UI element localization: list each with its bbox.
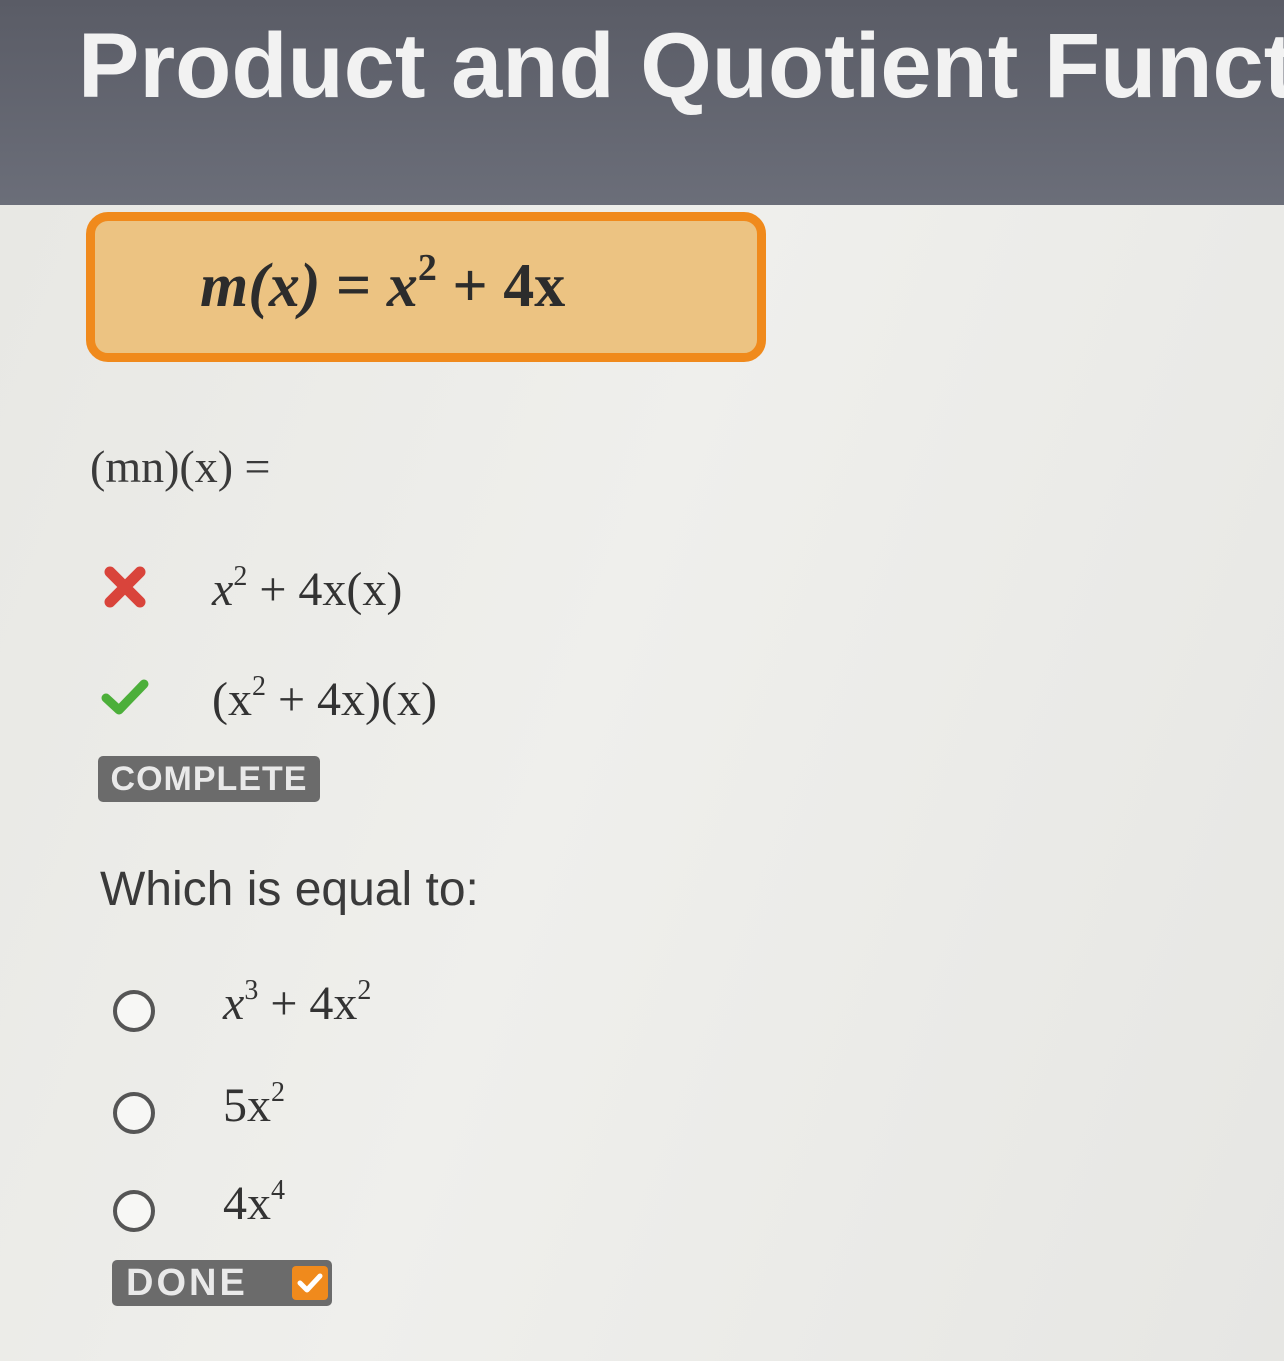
answer-incorrect: x2 + 4x(x) bbox=[100, 562, 600, 632]
option-2-text[interactable]: 5x2 bbox=[223, 1078, 285, 1133]
answer-incorrect-base: x bbox=[212, 563, 234, 616]
option-3-text[interactable]: 4x4 bbox=[223, 1176, 285, 1231]
option-3-a: 4x bbox=[223, 1177, 271, 1230]
answer-correct-prefix: (x bbox=[212, 673, 252, 726]
radio-button[interactable] bbox=[113, 1190, 155, 1232]
check-icon bbox=[297, 1273, 323, 1293]
radio-button[interactable] bbox=[113, 1092, 155, 1134]
option-3[interactable]: 4x4 bbox=[113, 1177, 613, 1250]
function-lhs: m(x) bbox=[200, 252, 321, 320]
x-mark-icon bbox=[104, 566, 146, 608]
function-equals: = bbox=[320, 252, 387, 320]
option-1-b: + 4x bbox=[258, 977, 358, 1030]
function-rest: + 4x bbox=[436, 252, 566, 320]
done-check-box bbox=[292, 1266, 328, 1300]
option-1-a-exponent: 3 bbox=[244, 975, 259, 1006]
function-exponent: 2 bbox=[417, 247, 437, 289]
option-1-text[interactable]: x3 + 4x2 bbox=[223, 976, 371, 1031]
option-3-a-exponent: 4 bbox=[271, 1175, 285, 1206]
complete-badge: COMPLETE bbox=[98, 756, 320, 802]
answer-incorrect-text: x2 + 4x(x) bbox=[212, 562, 402, 617]
answer-correct-exponent: 2 bbox=[251, 671, 266, 702]
done-button[interactable]: DONE bbox=[112, 1260, 332, 1306]
option-1-b-exponent: 2 bbox=[357, 975, 372, 1006]
page-title: Product and Quotient Functi bbox=[78, 15, 1284, 117]
option-1[interactable]: x3 + 4x2 bbox=[113, 977, 613, 1050]
function-definition-box: m(x) = x2 + 4x bbox=[86, 212, 766, 362]
product-prompt: (mn)(x) = bbox=[90, 441, 271, 492]
option-2-a-exponent: 2 bbox=[271, 1077, 285, 1108]
answer-incorrect-rest: + 4x(x) bbox=[247, 563, 403, 616]
answer-incorrect-exponent: 2 bbox=[233, 561, 248, 592]
done-label: DONE bbox=[126, 1262, 248, 1304]
option-1-a: x bbox=[223, 977, 245, 1030]
option-2[interactable]: 5x2 bbox=[113, 1079, 613, 1152]
function-base: x bbox=[386, 252, 418, 320]
answer-correct: (x2 + 4x)(x) bbox=[100, 672, 600, 742]
question-text: Which is equal to: bbox=[100, 863, 479, 916]
radio-button[interactable] bbox=[113, 990, 155, 1032]
header-bar: Product and Quotient Functi bbox=[0, 0, 1284, 205]
function-definition: m(x) = x2 + 4x bbox=[200, 249, 566, 322]
option-2-a: 5x bbox=[223, 1079, 271, 1132]
answer-correct-rest: + 4x)(x) bbox=[265, 673, 438, 726]
check-mark-icon bbox=[101, 679, 149, 715]
answer-correct-text: (x2 + 4x)(x) bbox=[212, 672, 437, 727]
